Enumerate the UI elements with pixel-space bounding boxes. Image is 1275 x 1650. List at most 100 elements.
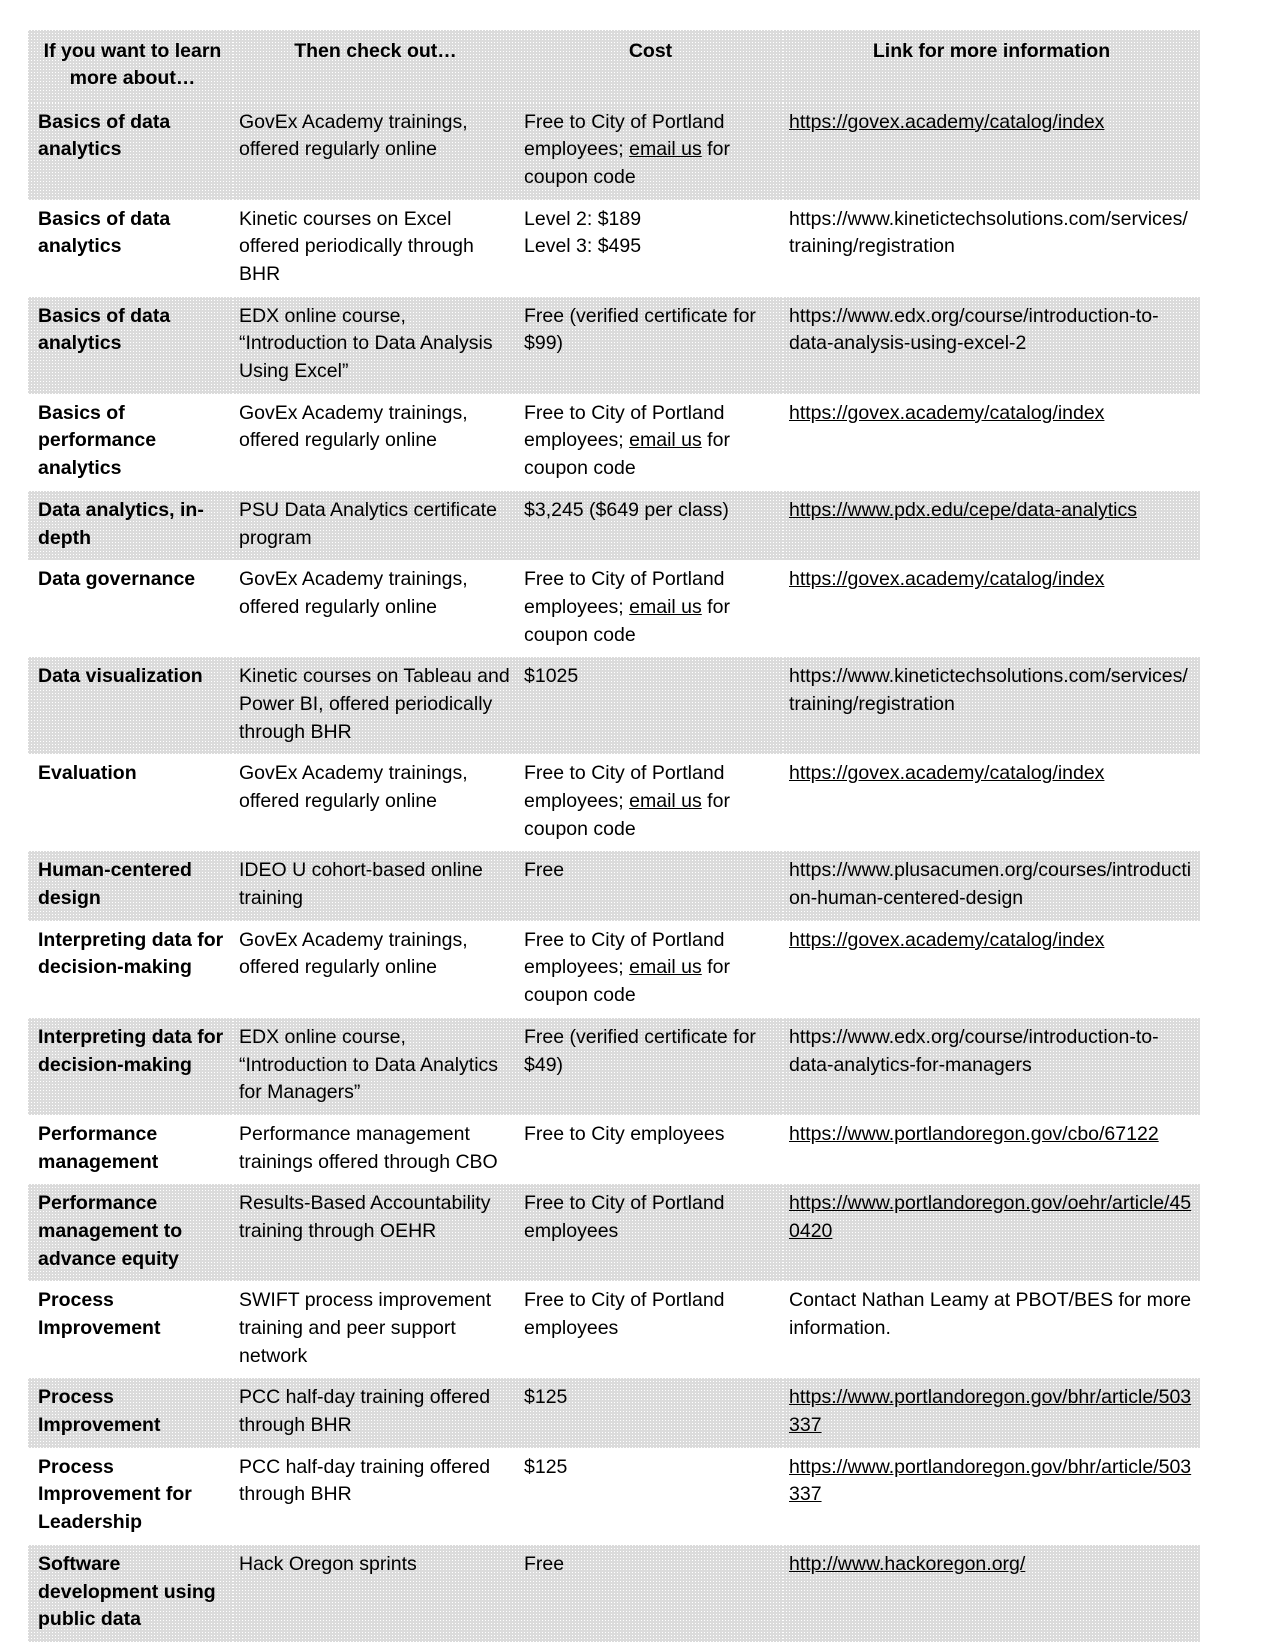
- cell-check-out: Results-Based Accountability training th…: [233, 1184, 518, 1282]
- resource-url-link[interactable]: https://www.plusacumen.org/courses/intro…: [789, 859, 1191, 909]
- training-resources-table: If you want to learn more about… Then ch…: [28, 30, 1200, 1650]
- cell-check-out: EDX online course, “Analytics Storytelli…: [233, 1641, 518, 1650]
- email-us-link[interactable]: email us: [629, 429, 702, 451]
- resource-url-link[interactable]: https://www.kinetictechsolutions.com/ser…: [789, 665, 1188, 715]
- cell-cost: Free to City of Portland employees; emai…: [518, 393, 783, 491]
- table-row: Telling a story with dataEDX online cour…: [28, 1641, 1200, 1650]
- table-row: Software development using public data Ha…: [28, 1544, 1200, 1642]
- resource-url-link[interactable]: https://govex.academy/catalog/index: [789, 402, 1104, 424]
- resource-url-link[interactable]: https://www.edx.org/course/introduction-…: [789, 1026, 1159, 1076]
- cell-topic: Basics of data analytics: [28, 102, 233, 200]
- cost-text: Free: [524, 1552, 565, 1575]
- cell-link: https://www.portlandoregon.gov/cbo/67122: [783, 1114, 1200, 1185]
- cell-topic: Evaluation: [28, 754, 233, 852]
- cell-topic: Basics of data analytics: [28, 199, 233, 297]
- cell-cost: Free to City of Portland employees; emai…: [518, 560, 783, 658]
- cell-check-out: SWIFT process improvement training and p…: [233, 1281, 518, 1379]
- cost-text: $3,245 ($649 per class): [524, 498, 729, 521]
- resource-url-link[interactable]: https://www.edx.org/course/introduction-…: [789, 305, 1159, 355]
- resource-url-link[interactable]: https://www.portlandoregon.gov/bhr/artic…: [789, 1456, 1191, 1506]
- cell-check-out: Kinetic courses on Excel offered periodi…: [233, 199, 518, 297]
- cell-link: https://govex.academy/catalog/index: [783, 393, 1200, 491]
- table-row: Basics of performance analytics GovEx Aca…: [28, 393, 1200, 491]
- cell-cost: Free: [518, 851, 783, 921]
- cell-cost: Free to City of Portland employees; emai…: [518, 102, 783, 200]
- cell-topic: Data analytics, in-depth: [28, 490, 233, 561]
- email-us-link[interactable]: email us: [629, 138, 702, 160]
- cell-cost: Free (verified certificate for $99): [518, 1641, 783, 1650]
- table-row: Basics of data analytics EDX online cours…: [28, 296, 1200, 394]
- cell-check-out: PCC half-day training offered through BH…: [233, 1447, 518, 1545]
- document-page: If you want to learn more about… Then ch…: [0, 0, 1275, 1650]
- resource-url-link[interactable]: http://www.hackoregon.org/: [789, 1553, 1025, 1575]
- cell-link: https://govex.academy/catalog/index: [783, 102, 1200, 200]
- resource-url-link[interactable]: https://www.portlandoregon.gov/cbo/67122: [789, 1123, 1159, 1145]
- resource-url-link[interactable]: https://govex.academy/catalog/index: [789, 929, 1104, 951]
- cell-cost: $3,245 ($649 per class): [518, 490, 783, 561]
- cell-topic: Interpreting data for decision-making: [28, 920, 233, 1018]
- cell-link: https://govex.academy/catalog/index: [783, 560, 1200, 658]
- resource-url-link[interactable]: https://govex.academy/catalog/index: [789, 568, 1104, 590]
- cost-text: Level 2: $189 Level 3: $495: [524, 207, 642, 258]
- resource-url-link[interactable]: https://www.pdx.edu/cepe/data-analytics: [789, 499, 1137, 521]
- cell-topic: Basics of performance analytics: [28, 393, 233, 491]
- cell-check-out: Performance management trainings offered…: [233, 1114, 518, 1185]
- email-us-link[interactable]: email us: [629, 790, 702, 812]
- cell-check-out: PCC half-day training offered through BH…: [233, 1378, 518, 1448]
- cell-link: https://www.kinetictechsolutions.com/ser…: [783, 657, 1200, 755]
- table-row: Interpreting data for decision-making Gov…: [28, 920, 1200, 1018]
- cell-link: https://govex.academy/catalog/index: [783, 920, 1200, 1018]
- table-row: Interpreting data for decision-making EDX…: [28, 1017, 1200, 1115]
- cost-text: Free: [524, 859, 565, 882]
- cell-topic: Performance management to advance equity: [28, 1184, 233, 1282]
- cell-link: https://www.kinetictechsolutions.com/ser…: [783, 199, 1200, 297]
- cell-check-out: EDX online course, “Introduction to Data…: [233, 1017, 518, 1115]
- resource-url-link[interactable]: https://www.portlandoregon.gov/oehr/arti…: [789, 1192, 1191, 1242]
- cell-link: http://www.hackoregon.org/: [783, 1544, 1200, 1642]
- column-header-cost: Cost: [518, 30, 783, 103]
- cell-topic: Data governance: [28, 560, 233, 658]
- table-row: Process Improvement PCC half-day training…: [28, 1378, 1200, 1448]
- table-row: Performance management Performance manage…: [28, 1114, 1200, 1185]
- cell-link: https://www.edx.org/course/introduction-…: [783, 1017, 1200, 1115]
- cost-text: Free (verified certificate for $49): [524, 1025, 756, 1076]
- table-row: Data governance GovEx Academy trainings, …: [28, 560, 1200, 658]
- cell-cost: Free (verified certificate for $99): [518, 296, 783, 394]
- cell-link: https://www.pdx.edu/cepe/data-analytics: [783, 490, 1200, 561]
- cell-cost: Free to City of Portland employees: [518, 1281, 783, 1379]
- table-row: Basics of data analytics Kinetic courses …: [28, 199, 1200, 297]
- cell-cost: Free to City of Portland employees; emai…: [518, 920, 783, 1018]
- cost-text: Free to City of Portland employees: [524, 1289, 725, 1340]
- cell-check-out: EDX online course, “Introduction to Data…: [233, 296, 518, 394]
- email-us-link[interactable]: email us: [629, 596, 702, 618]
- cell-check-out: Hack Oregon sprints: [233, 1544, 518, 1642]
- cell-topic: Data visualization: [28, 657, 233, 755]
- resource-url-link[interactable]: https://www.portlandoregon.gov/bhr/artic…: [789, 1386, 1191, 1436]
- cell-topic: Process Improvement: [28, 1378, 233, 1448]
- cell-cost: Free: [518, 1544, 783, 1642]
- cell-check-out: GovEx Academy trainings, offered regular…: [233, 560, 518, 658]
- cell-link: https://govex.academy/catalog/index: [783, 754, 1200, 852]
- cell-topic: Basics of data analytics: [28, 296, 233, 394]
- cell-topic: Process Improvement: [28, 1281, 233, 1379]
- cell-link: https://www.portlandoregon.gov/oehr/arti…: [783, 1184, 1200, 1282]
- resource-url-link[interactable]: https://govex.academy/catalog/index: [789, 762, 1104, 784]
- cost-text: $1025: [524, 665, 579, 688]
- cell-cost: $125: [518, 1378, 783, 1448]
- table-header: If you want to learn more about… Then ch…: [28, 30, 1200, 103]
- cell-check-out: GovEx Academy trainings, offered regular…: [233, 102, 518, 200]
- contact-note: Contact Nathan Leamy at PBOT/BES for mor…: [789, 1289, 1192, 1340]
- cell-link: https://www.edx.org/course/introduction-…: [783, 296, 1200, 394]
- cell-cost: Free to City of Portland employees: [518, 1184, 783, 1282]
- cell-check-out: Kinetic courses on Tableau and Power BI,…: [233, 657, 518, 755]
- cell-link: https://www.portlandoregon.gov/bhr/artic…: [783, 1378, 1200, 1448]
- resource-url-link[interactable]: https://govex.academy/catalog/index: [789, 111, 1104, 133]
- cell-topic: Human-centered design: [28, 851, 233, 921]
- email-us-link[interactable]: email us: [629, 956, 702, 978]
- cell-check-out: GovEx Academy trainings, offered regular…: [233, 754, 518, 852]
- column-header-link: Link for more information: [783, 30, 1200, 103]
- cell-link: https://www.plusacumen.org/courses/intro…: [783, 851, 1200, 921]
- cell-check-out: GovEx Academy trainings, offered regular…: [233, 393, 518, 491]
- cost-text: Free to City employees: [524, 1122, 725, 1145]
- resource-url-link[interactable]: https://www.kinetictechsolutions.com/ser…: [789, 208, 1188, 258]
